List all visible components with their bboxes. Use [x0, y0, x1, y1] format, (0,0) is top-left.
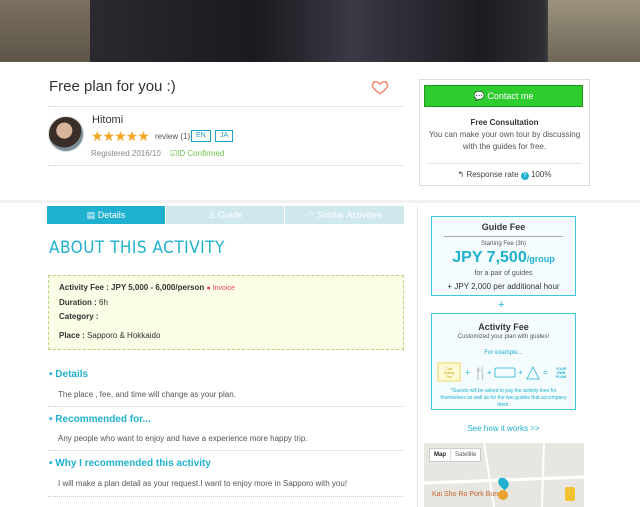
section-why-title: Why I recommended this activity	[55, 458, 211, 469]
see-how-it-works-link[interactable]: See how it works >>	[431, 424, 576, 433]
section-details-text: The place , fee, and time will change as…	[58, 390, 236, 399]
host-name[interactable]: Hitomi	[92, 114, 123, 126]
contact-me-button[interactable]: 💬 Contact me	[424, 85, 583, 107]
activity-fee-label: Activity Fee :	[59, 283, 109, 292]
section-why-heading: • Why I recommended this activity	[49, 458, 211, 469]
activity-fee-note: *Guests will be asked to pay the activit…	[440, 388, 567, 408]
section-why-text: I will make a plan detail as your reques…	[58, 479, 348, 488]
activity-fee-diagram: This Activity Fee + 🍴 + + = YOUR OWN PLAN!	[437, 362, 567, 382]
section-recommended-heading: • Recommended for...	[49, 414, 151, 425]
activity-fee-box-subtitle: Customized your plan with guides!	[457, 334, 550, 340]
mountain-icon	[526, 366, 540, 380]
your-own-plan-label: YOUR OWN PLAN!	[556, 367, 567, 379]
guide-fee-additional: + JPY 2,000 per additional hour	[447, 282, 560, 291]
restaurant-poi-icon[interactable]	[498, 490, 508, 500]
response-rate-label: Response rate	[466, 170, 519, 179]
tab-details[interactable]: ▤ Details	[47, 206, 165, 224]
map-tab-satellite[interactable]: Satellite	[450, 449, 480, 461]
help-icon[interactable]: ?	[520, 172, 529, 180]
free-consultation-text: You can make your own tour by discussing…	[428, 130, 581, 151]
hero-right-panel	[548, 0, 640, 62]
section-recommended-text: Any people who want to enjoy and have a …	[58, 434, 308, 443]
map-tab-map[interactable]: Map	[430, 449, 450, 461]
place-line: Place : Sapporo & Hokkaido	[59, 331, 160, 340]
section-details-heading: • Details	[49, 369, 89, 380]
title-divider	[48, 106, 404, 107]
plus-icon: +	[498, 299, 505, 311]
plus-icon: +	[487, 368, 492, 377]
place-value: Sapporo & Hokkaido	[87, 331, 161, 340]
guide-fee-price: JPY 7,500/group	[431, 249, 576, 267]
guide-fee-underline	[444, 236, 563, 237]
restaurant-icon: 🍴	[473, 366, 488, 380]
document-icon: ▤	[86, 210, 98, 220]
street-view-pegman-icon[interactable]	[565, 487, 575, 501]
page-title: Free plan for you :)	[49, 78, 176, 95]
id-confirmed-label: ID Confirmed	[177, 149, 225, 158]
guide-fee-amount: JPY 7,500	[452, 249, 527, 266]
section-divider	[48, 406, 404, 407]
duration-label: Duration :	[59, 298, 97, 307]
about-heading: ABOUT THIS ACTIVITY	[49, 238, 225, 258]
tab-details-label: Details	[97, 210, 126, 220]
free-consultation-title: Free Consultation	[470, 118, 539, 127]
heart-icon[interactable]	[371, 78, 389, 96]
person-icon: ♙	[207, 210, 219, 220]
contact-me-label: Contact me	[487, 91, 534, 101]
chat-icon: 💬	[473, 91, 485, 101]
tab-guide[interactable]: ♙ Guide	[166, 206, 284, 224]
guide-fee-unit: /group	[526, 254, 555, 264]
review-count[interactable]: review (1)	[155, 132, 190, 141]
avatar[interactable]	[48, 116, 84, 152]
section-divider	[48, 496, 404, 497]
invoice-label: Invoice	[212, 285, 235, 292]
map-place-label[interactable]: Kai Sho Ro Pork Bun	[432, 491, 498, 498]
tab-similar-activities[interactable]: ◠ Similar Activities	[285, 206, 404, 224]
duration-line: Duration : 6h	[59, 298, 108, 307]
category-label: Category :	[59, 312, 99, 321]
headphones-icon: ◠	[306, 210, 318, 220]
guide-fee-pair: for a pair of guides	[474, 270, 533, 277]
activity-fee-line: Activity Fee : JPY 5,000 - 6,000/person …	[59, 283, 235, 292]
language-badge-en: EN	[191, 130, 211, 142]
plus-icon: +	[465, 368, 470, 377]
tab-similar-label: Similar Activities	[317, 210, 383, 220]
map-type-toggle[interactable]: Map Satellite	[429, 448, 482, 462]
response-rate-value: 100%	[530, 170, 552, 179]
guide-fee-title: Guide Fee	[481, 222, 526, 232]
section-recommended-title: Recommended for...	[55, 414, 151, 425]
activity-fee-example: For example...	[484, 350, 523, 356]
id-confirmed: ☑ID Confirmed	[170, 149, 224, 158]
section-separator	[0, 200, 640, 203]
duration-value: 6h	[99, 298, 108, 307]
tab-guide-label: Guide	[218, 210, 243, 220]
activity-fee-value: JPY 5,000 - 6,000/person	[111, 283, 205, 292]
equals-icon: =	[543, 368, 548, 377]
reply-icon: ↰	[457, 170, 465, 179]
section-divider	[48, 450, 404, 451]
rating-stars: ★★★★★	[91, 128, 150, 144]
invoice-tag: ● Invoice	[206, 285, 235, 292]
column-divider	[417, 206, 418, 507]
hero-image	[0, 0, 640, 62]
registered-date: Registered 2016/10	[91, 149, 161, 158]
contact-divider	[428, 163, 581, 164]
activity-fee-box-title: Activity Fee	[478, 322, 529, 332]
plus-icon: +	[518, 368, 523, 377]
ticket-icon	[494, 367, 516, 378]
place-label: Place :	[59, 331, 85, 340]
starting-fee-label: Starting Fee (3h)	[480, 241, 527, 247]
category-line: Category :	[59, 312, 99, 321]
language-badge-ja: JA	[215, 130, 234, 142]
response-rate: ↰ Response rate ? 100%	[419, 170, 590, 180]
hero-left-panel	[0, 0, 90, 62]
host-divider	[48, 165, 404, 166]
section-details-title: Details	[55, 369, 89, 380]
